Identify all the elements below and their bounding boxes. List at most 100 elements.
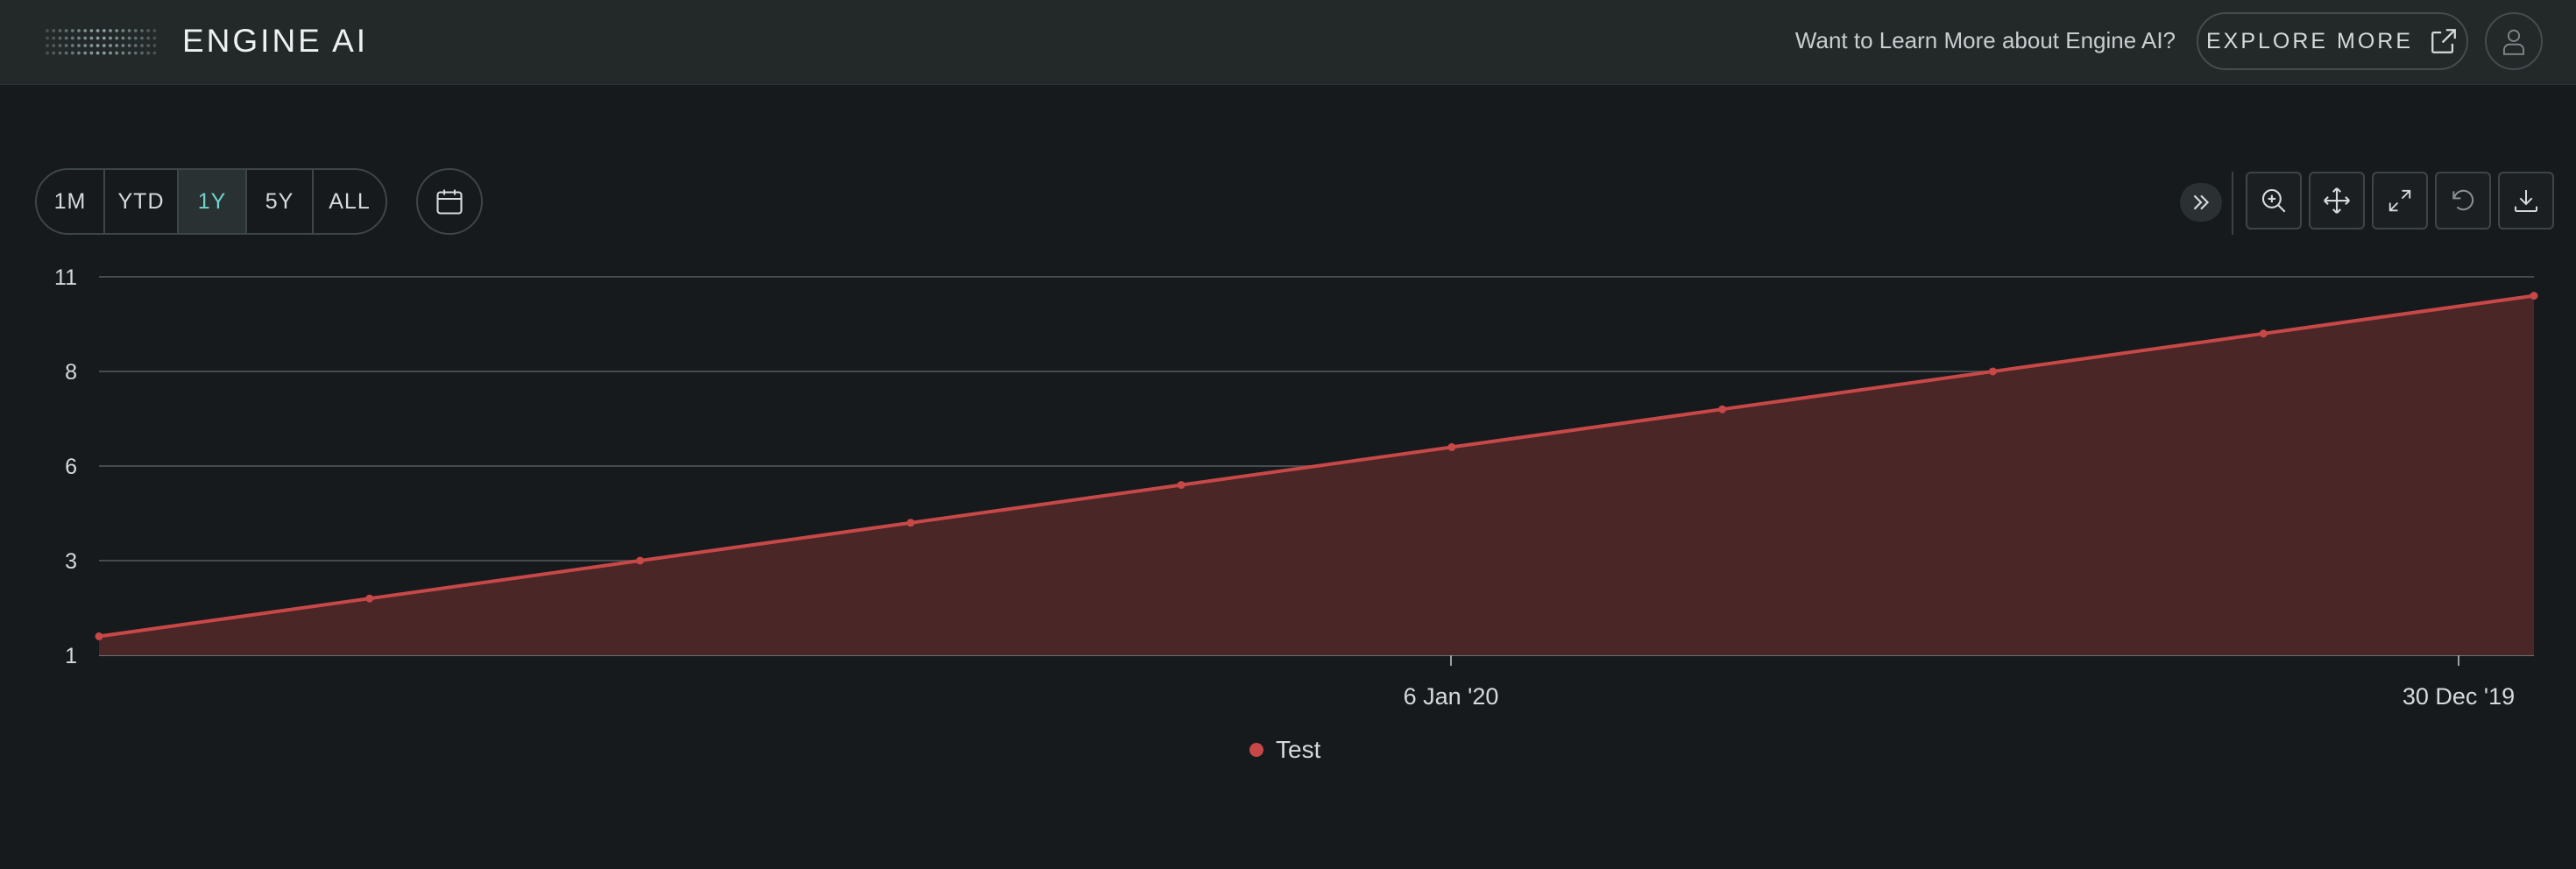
data-point[interactable] <box>1718 405 1727 413</box>
logo-dot <box>77 29 81 32</box>
range-1y-button[interactable]: 1Y <box>179 170 247 233</box>
logo-dot <box>109 51 112 55</box>
brand-name: ENGINE AI <box>182 23 369 59</box>
logo-dot <box>83 51 88 55</box>
logo-dot <box>127 51 131 55</box>
chart-legend[interactable]: Test <box>1249 736 1320 764</box>
series-area <box>99 295 2534 655</box>
logo-dot <box>96 51 100 55</box>
logo-dot <box>121 44 125 47</box>
range-ytd-button[interactable]: YTD <box>105 170 179 233</box>
logo-dot <box>115 29 119 32</box>
data-point[interactable] <box>1447 442 1456 451</box>
logo-dot <box>146 29 151 32</box>
data-point[interactable] <box>1177 481 1185 490</box>
logo-dot <box>64 51 68 55</box>
logo-dot <box>52 51 56 55</box>
range-1m-button[interactable]: 1M <box>37 170 105 233</box>
logo-dot <box>70 36 74 40</box>
logo-dot <box>89 29 94 32</box>
area-chart[interactable]: 1 3 6 8 11 6 Jan '20 30 Dec '19 <box>0 254 2576 710</box>
logo-dot <box>64 29 68 32</box>
logo-dot <box>52 36 56 40</box>
logo-dot <box>77 51 81 55</box>
data-point[interactable] <box>95 632 103 640</box>
logo-dot <box>102 36 106 40</box>
logo-dot <box>83 29 88 32</box>
data-point[interactable] <box>2530 292 2538 300</box>
logo-dot <box>115 51 119 55</box>
logo-dot <box>96 36 100 40</box>
fullscreen-button[interactable] <box>2372 172 2428 230</box>
logo-dot <box>152 36 157 40</box>
expand-toolbar-button[interactable] <box>2180 183 2222 222</box>
logo-icon <box>46 29 157 55</box>
logo-dot <box>58 36 62 40</box>
logo-dot <box>109 44 112 47</box>
explore-more-label: EXPLORE MORE <box>2205 28 2414 53</box>
logo-dot <box>127 44 131 47</box>
logo-dot <box>133 44 138 47</box>
logo-dot <box>89 44 94 47</box>
logo-dot <box>46 44 49 47</box>
x-tick-label: 30 Dec '19 <box>2403 683 2515 710</box>
logo-dot <box>109 29 112 32</box>
range-5y-button[interactable]: 5Y <box>247 170 314 233</box>
logo-dot <box>121 36 125 40</box>
data-point[interactable] <box>906 519 915 527</box>
logo-dot <box>121 29 125 32</box>
logo-dot <box>140 29 144 32</box>
reset-button[interactable] <box>2435 172 2491 230</box>
logo-dot <box>102 44 106 47</box>
pan-button[interactable] <box>2309 172 2365 230</box>
logo-dot <box>58 44 62 47</box>
download-button[interactable] <box>2498 172 2554 230</box>
logo-dot <box>109 36 112 40</box>
y-tick-label: 3 <box>65 549 77 574</box>
data-point[interactable] <box>636 556 645 565</box>
zoom-in-icon <box>2261 188 2286 213</box>
logo-dot <box>140 44 144 47</box>
external-link-icon <box>2431 29 2456 53</box>
y-tick-label: 11 <box>54 265 77 290</box>
logo-dot <box>58 29 62 32</box>
top-bar: ENGINE AI Want to Learn More about Engin… <box>0 0 2576 85</box>
range-all-button[interactable]: ALL <box>314 170 386 233</box>
download-icon <box>2515 190 2537 212</box>
logo-dot <box>52 44 56 47</box>
logo-dot <box>64 44 68 47</box>
fullscreen-icon <box>2388 189 2411 212</box>
calendar-button[interactable] <box>416 168 483 235</box>
logo-dot <box>46 51 49 55</box>
data-point[interactable] <box>2259 329 2268 338</box>
logo-dot <box>115 44 119 47</box>
legend-marker <box>1249 743 1263 757</box>
reset-icon <box>2452 189 2474 211</box>
data-point[interactable] <box>1988 367 1997 376</box>
logo-dot <box>127 29 131 32</box>
logo-dot <box>70 44 74 47</box>
zoom-in-button[interactable] <box>2246 172 2302 230</box>
logo-dot <box>115 36 119 40</box>
logo-dot <box>102 51 106 55</box>
expand-icon <box>2193 194 2210 210</box>
user-avatar-button[interactable] <box>2485 12 2543 70</box>
explore-more-button[interactable]: EXPLORE MORE <box>2197 12 2468 70</box>
logo-dot <box>70 29 74 32</box>
logo-dot <box>127 36 131 40</box>
logo-dot <box>83 44 88 47</box>
toolbar-divider <box>2232 172 2233 235</box>
logo-dot <box>70 51 74 55</box>
logo-dot <box>83 36 88 40</box>
logo-dot <box>89 51 94 55</box>
logo-dot <box>146 44 151 47</box>
data-point[interactable] <box>365 594 374 603</box>
user-icon <box>2503 29 2524 55</box>
y-tick-label: 6 <box>65 455 77 479</box>
logo-dot <box>96 44 100 47</box>
range-selector: 1M YTD 1Y 5Y ALL <box>35 168 387 235</box>
logo-dot <box>77 36 81 40</box>
logo-dot <box>58 51 62 55</box>
logo-dot <box>133 51 138 55</box>
calendar-icon <box>436 189 463 215</box>
